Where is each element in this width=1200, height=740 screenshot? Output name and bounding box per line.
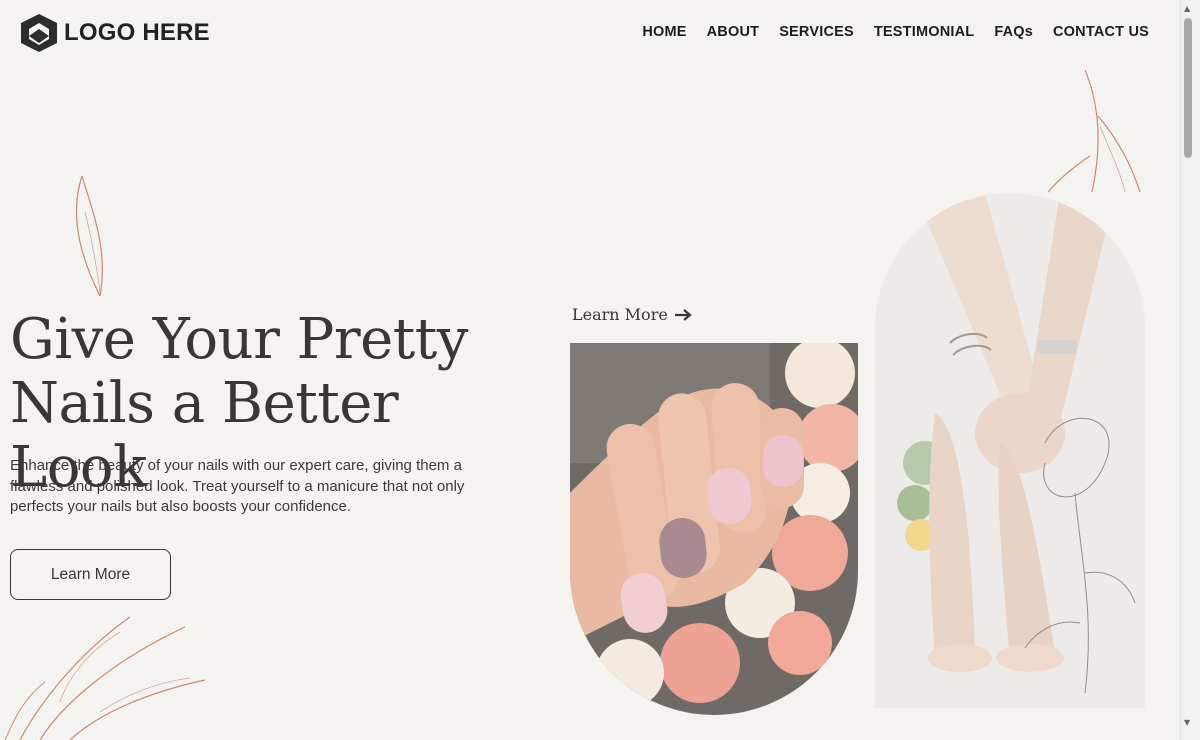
logo-text: LOGO HERE [64, 19, 210, 46]
manicure-image [570, 343, 858, 715]
scroll-thumb[interactable] [1184, 18, 1192, 158]
arrow-right-icon [674, 308, 692, 321]
nav-item-home[interactable]: HOME [642, 24, 686, 40]
leaf-decoration-top-right [1047, 69, 1141, 193]
learn-more-link[interactable]: Learn More [572, 305, 692, 324]
pedicure-image [875, 193, 1145, 708]
nav-item-about[interactable]: ABOUT [707, 24, 760, 40]
main-nav: HOME ABOUT SERVICES TESTIMONIAL FAQs CON… [642, 24, 1149, 40]
nav-item-testimonial[interactable]: TESTIMONIAL [874, 24, 974, 40]
hero-title-line-1: Give Your Pretty [10, 307, 468, 372]
site-header: LOGO HERE HOME ABOUT SERVICES TESTIMONIA… [0, 0, 1180, 66]
learn-more-button[interactable]: Learn More [10, 549, 171, 600]
page-scrollbar[interactable]: ▲ ▼ [1180, 0, 1200, 740]
hero-description: Enhance the beauty of your nails with ou… [10, 457, 465, 515]
scroll-up-icon[interactable]: ▲ [1184, 4, 1190, 13]
logo-hexagon-icon [21, 14, 57, 52]
nav-item-contact[interactable]: CONTACT US [1053, 24, 1149, 40]
scroll-down-icon[interactable]: ▼ [1184, 718, 1190, 727]
nav-item-faqs[interactable]: FAQs [994, 24, 1033, 40]
leaf-decoration-top-left [75, 175, 103, 297]
nav-item-services[interactable]: SERVICES [779, 24, 854, 40]
leaf-decoration-bottom-left [4, 616, 206, 740]
logo[interactable]: LOGO HERE [18, 12, 210, 54]
learn-more-link-label: Learn More [572, 305, 668, 324]
